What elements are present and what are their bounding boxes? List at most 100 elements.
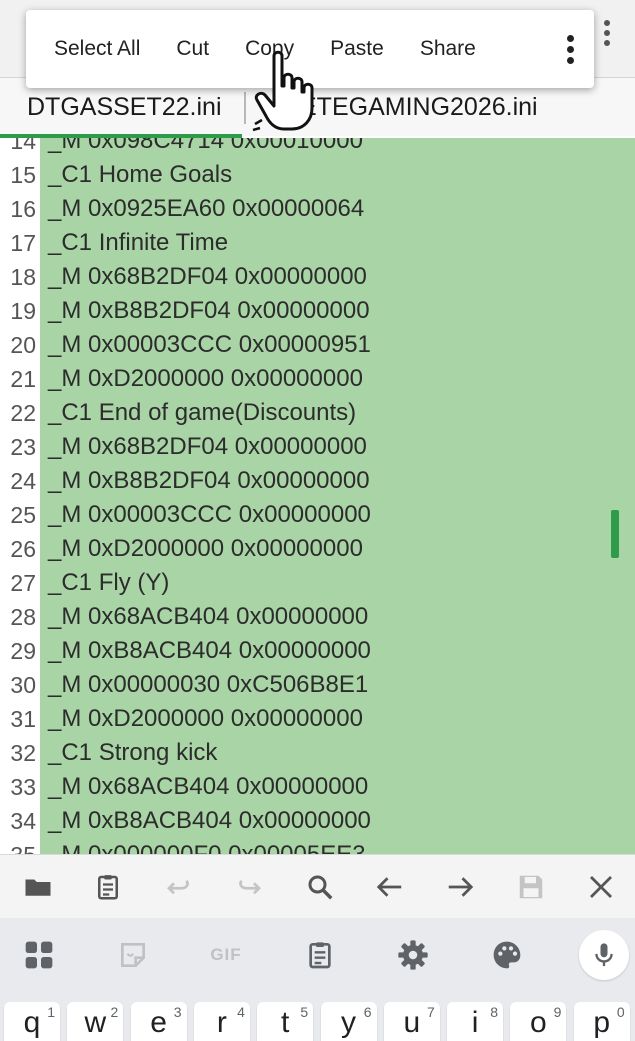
keyboard-row-qwerty: q1w2e3r4t5y6u7i8o9p0 — [0, 992, 635, 1041]
line-text: _M 0x68B2DF04 0x00000000 — [48, 433, 367, 460]
line-text: _C1 Infinite Time — [48, 229, 229, 256]
overflow-menu-icon[interactable] — [603, 20, 611, 50]
close-icon[interactable] — [581, 867, 621, 907]
gif-button[interactable]: GIF — [205, 934, 247, 976]
code-line[interactable]: 26 _M 0xD2000000 0x00000000 — [0, 532, 635, 566]
line-number: 24 — [10, 468, 36, 494]
editor-toolbar — [0, 854, 635, 918]
code-editor[interactable]: 14 _M 0x098C4714 0x00010000 15 _C1 Home Goa… — [0, 138, 635, 854]
code-line[interactable]: 15 _C1 Home Goals — [0, 158, 635, 192]
arrow-left-icon[interactable] — [370, 867, 410, 907]
line-number: 32 — [10, 740, 36, 766]
code-line[interactable]: 23 _M 0x68B2DF04 0x00000000 — [0, 430, 635, 464]
line-text: _M 0x00003CCC 0x00000951 — [48, 331, 371, 358]
folder-icon[interactable] — [18, 867, 58, 907]
line-number: 23 — [10, 434, 36, 460]
undo-icon[interactable] — [159, 867, 199, 907]
share-button[interactable]: Share — [402, 37, 494, 61]
key-e[interactable]: e3 — [130, 1002, 187, 1041]
line-text: _M 0xD2000000 0x00000000 — [48, 365, 363, 392]
scrollbar-thumb[interactable] — [611, 510, 619, 558]
key-r[interactable]: r4 — [193, 1002, 250, 1041]
key-y[interactable]: y6 — [320, 1002, 377, 1041]
code-line[interactable]: 24 _M 0xB8B2DF04 0x00000000 — [0, 464, 635, 498]
key-o[interactable]: o9 — [510, 1002, 567, 1041]
hand-pointer-icon — [252, 50, 314, 132]
settings-gear-icon[interactable] — [392, 934, 434, 976]
line-text: _M 0x000000F0 0x00005EE3 — [48, 838, 366, 854]
select-all-button[interactable]: Select All — [36, 37, 158, 61]
line-text: _M 0xD2000000 0x00000000 — [48, 705, 363, 732]
keyboard-clipboard-icon[interactable] — [299, 934, 341, 976]
code-line[interactable]: 19 _M 0xB8B2DF04 0x00000000 — [0, 294, 635, 328]
code-line[interactable]: 20 _M 0x00003CCC 0x00000951 — [0, 328, 635, 362]
line-number: 31 — [10, 706, 36, 732]
more-options-icon[interactable] — [558, 29, 582, 69]
code-line[interactable]: 28 _M 0x68ACB404 0x00000000 — [0, 600, 635, 634]
line-number: 21 — [10, 366, 36, 392]
line-number: 27 — [10, 570, 36, 596]
line-number: 29 — [10, 638, 36, 664]
code-line[interactable]: 22 _C1 End of game(Discounts) — [0, 396, 635, 430]
key-u[interactable]: u7 — [383, 1002, 440, 1041]
code-line[interactable]: 18 _M 0x68B2DF04 0x00000000 — [0, 260, 635, 294]
arrow-right-icon[interactable] — [440, 867, 480, 907]
line-text: _M 0x68ACB404 0x00000000 — [48, 603, 369, 630]
editor-lines: 14 _M 0x098C4714 0x00010000 15 _C1 Home Goa… — [0, 138, 635, 854]
code-line[interactable]: 32 _C1 Strong kick — [0, 736, 635, 770]
key-i[interactable]: i8 — [447, 1002, 504, 1041]
key-p[interactable]: p0 — [573, 1002, 630, 1041]
code-line[interactable]: 17 _C1 Infinite Time — [0, 226, 635, 260]
line-number: 26 — [10, 536, 36, 562]
line-number: 20 — [10, 332, 36, 358]
theme-palette-icon[interactable] — [486, 934, 528, 976]
code-line[interactable]: 14 _M 0x098C4714 0x00010000 — [0, 138, 635, 158]
code-line[interactable]: 33 _M 0x68ACB404 0x00000000 — [0, 770, 635, 804]
key-number-hint: 5 — [300, 1004, 309, 1020]
code-line[interactable]: 30 _M 0x00000030 0xC506B8E1 — [0, 668, 635, 702]
key-w[interactable]: w2 — [67, 1002, 124, 1041]
cut-button[interactable]: Cut — [158, 37, 227, 61]
redo-icon[interactable] — [229, 867, 269, 907]
code-line[interactable]: 31 _M 0xD2000000 0x00000000 — [0, 702, 635, 736]
line-number: 17 — [10, 230, 36, 256]
paste-button[interactable]: Paste — [312, 37, 402, 61]
line-text: _M 0xB8B2DF04 0x00000000 — [48, 297, 370, 324]
line-text: _M 0xB8ACB404 0x00000000 — [48, 637, 371, 664]
line-number: 30 — [10, 672, 36, 698]
apps-grid-icon[interactable] — [18, 934, 60, 976]
code-line[interactable]: 25 _M 0x00003CCC 0x00000000 — [0, 498, 635, 532]
key-number-hint: 7 — [427, 1004, 435, 1020]
keyboard-toolbar: GIF — [0, 918, 635, 992]
key-q[interactable]: q1 — [4, 1002, 60, 1041]
code-line[interactable]: 35 _M 0x000000F0 0x00005EE3 — [0, 838, 635, 854]
line-text: _C1 Strong kick — [48, 739, 218, 766]
sticker-icon[interactable] — [112, 934, 154, 976]
code-line[interactable]: 16 _M 0x0925EA60 0x00000064 — [0, 192, 635, 226]
microphone-icon[interactable] — [579, 930, 629, 980]
key-number-hint: 0 — [616, 1004, 625, 1020]
search-icon[interactable] — [300, 867, 340, 907]
code-line[interactable]: 34 _M 0xB8ACB404 0x00000000 — [0, 804, 635, 838]
line-text: _M 0xB8ACB404 0x00000000 — [48, 807, 371, 834]
line-number: 18 — [10, 264, 36, 290]
key-number-hint: 8 — [490, 1004, 499, 1020]
key-t[interactable]: t5 — [257, 1002, 314, 1041]
line-text: _C1 Fly (Y) — [48, 569, 170, 596]
line-text: _C1 Home Goals — [48, 161, 233, 188]
key-number-hint: 6 — [363, 1004, 372, 1020]
key-number-hint: 1 — [47, 1004, 55, 1020]
clipboard-icon[interactable] — [88, 867, 128, 907]
line-text: _M 0xD2000000 0x00000000 — [48, 535, 363, 562]
line-number: 15 — [10, 162, 36, 188]
line-text: _M 0x00003CCC 0x00000000 — [48, 501, 371, 528]
code-line[interactable]: 29 _M 0xB8ACB404 0x00000000 — [0, 634, 635, 668]
line-text: _M 0x0925EA60 0x00000064 — [48, 195, 365, 222]
line-text: _C1 End of game(Discounts) — [48, 399, 357, 426]
line-number: 35 — [0, 838, 36, 854]
code-line[interactable]: 21 _M 0xD2000000 0x00000000 — [0, 362, 635, 396]
tab-divider — [244, 92, 246, 124]
line-number: 14 — [10, 138, 36, 154]
code-line[interactable]: 27 _C1 Fly (Y) — [0, 566, 635, 600]
save-icon[interactable] — [511, 867, 551, 907]
